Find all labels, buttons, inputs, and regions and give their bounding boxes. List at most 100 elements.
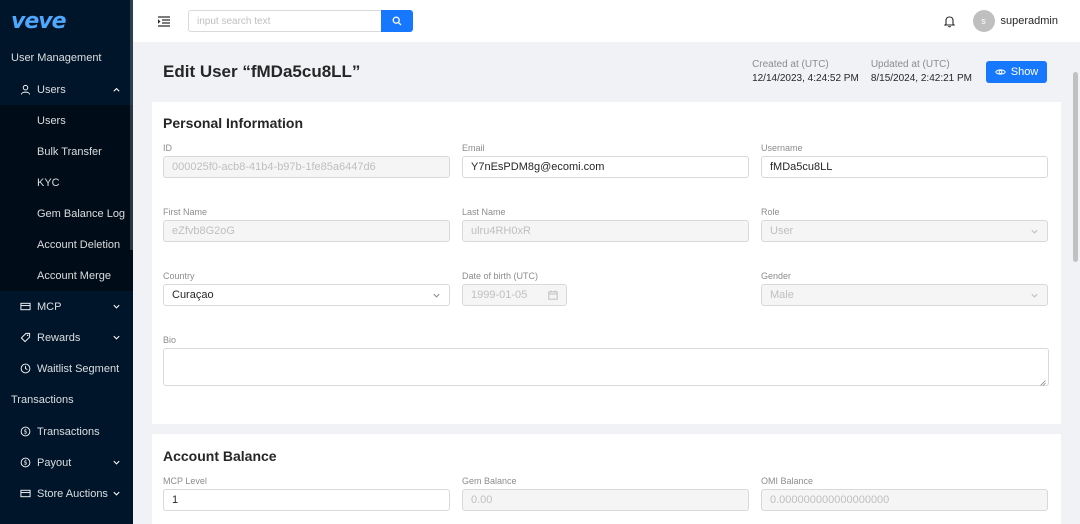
tag-icon [20,332,31,343]
dob-field: Date of birth (UTC) 1999-01-05 [462,271,567,306]
first-name-field: First Name eZfvb8G2oG [163,207,450,242]
mcp-level-value: 1 [172,494,179,506]
created-at-value: 12/14/2023, 4:24:52 PM [752,72,859,84]
search-input[interactable] [188,10,381,32]
chevron-down-icon [1029,226,1039,236]
country-select[interactable]: Curaçao [163,284,450,306]
created-at-label: Created at (UTC) [752,58,829,70]
email-value: Y7nEsPDM8g@ecomi.com [471,161,605,173]
updated-at-value: 8/15/2024, 2:42:21 PM [870,72,972,84]
resize-handle-icon[interactable] [1040,377,1046,386]
sidebar-item-store-auctions[interactable]: Store Auctions [0,478,133,509]
chevron-down-icon [112,333,121,342]
email-input[interactable]: Y7nEsPDM8g@ecomi.com [462,156,749,178]
username-label[interactable]: superadmin [1001,15,1058,27]
sidebar-item-rewards-label: Rewards [37,331,81,344]
username-value: fMDa5cu8LL [770,161,833,173]
top-header: s superadmin [133,0,1080,42]
users-submenu: Users Bulk Transfer KYC Gem Balance Log … [0,105,133,291]
personal-information-card: Personal Information ID 000025f0-acb8-41… [152,102,1061,424]
search-icon [392,16,402,26]
gender-value: Male [770,289,794,301]
dob-label: Date of birth (UTC) [462,271,539,281]
logo-text: veve [11,8,67,34]
page-title: Edit User “fMDa5cu8LL” [163,61,361,81]
role-label: Role [761,207,780,217]
show-button[interactable]: Show [986,60,1047,83]
role-field: Role User [761,207,1048,242]
last-name-input[interactable]: ulru4RH0xR [462,220,749,242]
sidebar-subitem-gem-balance-log[interactable]: Gem Balance Log [0,198,133,229]
username-field-label: Username [761,143,803,153]
created-at: Created at (UTC) 12/14/2023, 4:24:52 PM [752,58,859,86]
avatar[interactable]: s [972,10,995,32]
id-input[interactable]: 000025f0-acb8-41b4-b97b-1fe85a6447d6 [163,156,450,178]
sidebar-subitem-kyc[interactable]: KYC [0,167,133,198]
mcp-level-field: MCP Level 1 [163,476,450,511]
sidebar-subitem-bulk-transfer[interactable]: Bulk Transfer [0,136,133,167]
username-field: Username fMDa5cu8LL [761,143,1048,178]
page-header: Edit User “fMDa5cu8LL” Created at (UTC) … [140,42,1070,101]
first-name-value: eZfvb8G2oG [172,225,235,237]
show-button-label: Show [1010,65,1039,78]
account-balance-card: Account Balance MCP Level 1 Gem Balance … [152,434,1061,524]
omi-balance-value: 0.000000000000000000 [770,494,890,506]
sidebar-item-rewards[interactable]: Rewards [0,322,133,353]
sidebar-item-waitlist-segment-label: Waitlist Segment [37,362,120,375]
sidebar-item-mcp-label: MCP [37,300,62,313]
id-field: ID 000025f0-acb8-41b4-b97b-1fe85a6447d6 [163,143,450,178]
user-icon [20,84,31,95]
sidebar-item-store-auctions-label: Store Auctions [37,487,108,500]
mcp-level-label: MCP Level [163,476,207,486]
chevron-down-icon [1029,290,1039,300]
bio-textarea[interactable] [163,348,1049,386]
card-icon [20,488,31,499]
last-name-label: Last Name [462,207,506,217]
role-select[interactable]: User [761,220,1048,242]
omi-balance-label: OMI Balance [761,476,814,486]
country-label: Country [163,271,195,281]
id-label: ID [163,143,172,153]
first-name-input[interactable]: eZfvb8G2oG [163,220,450,242]
bell-icon[interactable] [943,14,957,28]
calendar-icon [548,290,558,300]
main-content: Edit User “fMDa5cu8LL” Created at (UTC) … [140,42,1070,524]
id-value: 000025f0-acb8-41b4-b97b-1fe85a6447d6 [172,161,376,173]
account-balance-title: Account Balance [163,448,277,464]
sidebar-subitem-account-merge[interactable]: Account Merge [0,260,133,291]
svg-text:$: $ [24,429,28,436]
card-icon [20,301,31,312]
omi-balance-input[interactable]: 0.000000000000000000 [761,489,1048,511]
gem-balance-field: Gem Balance 0.00 [462,476,749,511]
dollar-circle-icon: $ [20,426,31,437]
group-title-user-management: User Management [11,52,102,64]
logo[interactable]: veve [0,0,133,42]
clock-icon [20,363,31,374]
menu-fold-icon[interactable] [157,14,171,28]
gem-balance-input[interactable]: 0.00 [462,489,749,511]
mcp-level-input[interactable]: 1 [163,489,450,511]
sidebar-item-users[interactable]: Users [0,74,133,105]
chevron-up-icon [112,85,121,94]
bio-field: Bio [163,335,1049,386]
chevron-down-icon [112,458,121,467]
dob-picker[interactable]: 1999-01-05 [462,284,567,306]
sidebar-subitem-account-deletion[interactable]: Account Deletion [0,229,133,260]
sidebar-item-waitlist-segment[interactable]: Waitlist Segment [0,353,133,384]
email-field: Email Y7nEsPDM8g@ecomi.com [462,143,749,178]
sidebar-item-payout[interactable]: $ Payout [0,447,133,478]
sidebar-subitem-users[interactable]: Users [0,105,133,136]
page-scrollbar-thumb[interactable] [1073,72,1078,262]
last-name-value: ulru4RH0xR [471,225,531,237]
sidebar-item-mcp[interactable]: MCP [0,291,133,322]
sidebar-item-users-label: Users [37,83,66,96]
sidebar-item-transactions[interactable]: $ Transactions [0,416,133,447]
group-title-transactions: Transactions [11,394,74,406]
search-button[interactable] [381,10,413,32]
updated-at-label: Updated at (UTC) [870,58,950,70]
gender-select[interactable]: Male [761,284,1048,306]
username-input[interactable]: fMDa5cu8LL [761,156,1048,178]
gender-field: Gender Male [761,271,1048,306]
eye-icon [994,68,1006,76]
page-scrollbar[interactable] [1073,42,1078,524]
